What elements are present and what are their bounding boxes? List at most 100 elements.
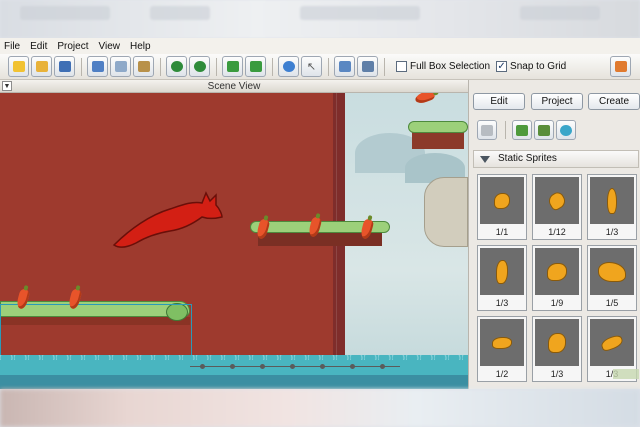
open-button[interactable]	[31, 56, 52, 77]
image-tool-icon	[516, 124, 528, 136]
tab-edit[interactable]: Edit	[473, 93, 525, 110]
play-button[interactable]	[278, 56, 299, 77]
layers-button[interactable]	[357, 56, 378, 77]
sprite-grid: 1/1 1/12 1/3 1/3 1/9 1/5 1/2 1/3 1/3	[477, 174, 640, 389]
sprite-frame-count: 1/12	[548, 227, 566, 237]
scene-view-header: ▼ Scene View	[0, 80, 468, 93]
sprite-tool-icon	[481, 124, 493, 136]
rock-sprite[interactable]	[424, 177, 468, 247]
full-box-selection-checkbox[interactable]: Full Box Selection	[396, 61, 490, 72]
sprite-thumbnail	[590, 248, 634, 295]
blurred-desktop-bottom	[0, 389, 640, 427]
menu-help[interactable]: Help	[130, 41, 151, 52]
cut-button[interactable]	[87, 56, 108, 77]
tab-project[interactable]: Project	[531, 93, 583, 110]
toolbar-separator	[328, 57, 329, 76]
sprite-tile[interactable]: 1/3	[477, 245, 527, 311]
tilemap-tool-icon	[538, 124, 550, 136]
snap-to-grid-checkbox[interactable]: ✓ Snap to Grid	[496, 61, 566, 72]
import-button[interactable]	[222, 56, 243, 77]
sprite-frame-count: 1/3	[550, 369, 564, 379]
sprite-tile[interactable]: 1/9	[532, 245, 582, 311]
sprite-thumbnail	[535, 248, 579, 295]
sprite-tile[interactable]: 1/3	[587, 174, 637, 240]
snap-to-grid-box[interactable]: ✓	[496, 61, 508, 72]
toolbar-separator	[216, 57, 217, 76]
paste-icon	[137, 61, 150, 72]
open-icon	[35, 61, 48, 72]
menu-bar: File Edit Project View Help	[0, 38, 640, 54]
paste-button[interactable]	[133, 56, 154, 77]
toolbar-separator	[160, 57, 161, 76]
sprite-frame-count: 1/9	[550, 298, 564, 308]
sprite-tile[interactable]: 1/12	[532, 174, 582, 240]
settings-icon	[614, 61, 627, 72]
sprite-library-panel: Edit Project Create Static Sprites 1/1 1…	[468, 80, 640, 389]
scene-canvas[interactable]	[0, 93, 468, 389]
watermark-logo	[613, 369, 639, 379]
play-icon	[282, 61, 295, 72]
new-icon	[12, 61, 25, 72]
level-editor-window: File Edit Project View Help ↖ Full Box S…	[0, 38, 640, 389]
effect-tool-button[interactable]	[556, 120, 576, 140]
sprite-frame-count: 1/2	[495, 369, 509, 379]
export-icon	[249, 61, 262, 72]
effect-tool-icon	[560, 124, 572, 136]
new-button[interactable]	[8, 56, 29, 77]
sprite-thumbnail	[480, 319, 524, 366]
floating-platform-top[interactable]	[408, 121, 468, 149]
menu-view[interactable]: View	[98, 41, 120, 52]
static-sprites-section-header[interactable]: Static Sprites	[473, 150, 639, 168]
pointer-icon: ↖	[306, 61, 317, 73]
sprite-thumbnail	[535, 319, 579, 366]
sprite-frame-count: 1/3	[495, 298, 509, 308]
sprite-tile[interactable]: 1/5	[587, 245, 637, 311]
redo-icon	[193, 61, 206, 72]
blurred-desktop-top	[0, 0, 640, 38]
save-icon	[58, 61, 71, 72]
collapse-triangle-icon	[480, 156, 490, 163]
sprite-thumbnail	[590, 177, 634, 224]
sprite-thumbnail	[480, 248, 524, 295]
export-button[interactable]	[245, 56, 266, 77]
copy-button[interactable]	[110, 56, 131, 77]
image-tool-button[interactable]	[512, 120, 532, 140]
full-box-selection-box[interactable]	[396, 61, 407, 72]
chain-bridge[interactable]	[190, 364, 400, 374]
scene-view-title: Scene View	[207, 81, 261, 92]
sprite-tool-button[interactable]	[477, 120, 497, 140]
sprite-thumbnail	[480, 177, 524, 224]
redo-button[interactable]	[189, 56, 210, 77]
undo-icon	[170, 61, 183, 72]
cut-icon	[91, 61, 104, 72]
tilemap-tool-button[interactable]	[534, 120, 554, 140]
properties-button[interactable]	[334, 56, 355, 77]
properties-icon	[338, 61, 351, 72]
sprite-frame-count: 1/1	[495, 227, 509, 237]
save-button[interactable]	[54, 56, 75, 77]
toolbar-separator	[384, 57, 385, 76]
sprite-tile[interactable]: 1/3	[532, 316, 582, 382]
sprite-frame-count: 1/5	[605, 298, 619, 308]
sprite-thumbnail	[535, 177, 579, 224]
snap-to-grid-label: Snap to Grid	[510, 61, 567, 72]
section-title: Static Sprites	[498, 153, 557, 164]
undo-button[interactable]	[166, 56, 187, 77]
settings-button[interactable]	[610, 56, 631, 77]
panel-separator	[505, 121, 506, 139]
fox-character-sprite[interactable]	[110, 189, 230, 249]
sprite-thumbnail	[590, 319, 634, 366]
full-box-selection-label: Full Box Selection	[410, 61, 491, 72]
menu-project[interactable]: Project	[57, 41, 88, 52]
water-deep	[0, 375, 468, 389]
sprite-tile[interactable]: 1/1	[477, 174, 527, 240]
pointer-button[interactable]: ↖	[301, 56, 322, 77]
import-icon	[226, 61, 239, 72]
scene-menu-dropdown-icon[interactable]: ▼	[2, 81, 12, 91]
menu-edit[interactable]: Edit	[30, 41, 47, 52]
tab-create[interactable]: Create	[588, 93, 640, 110]
layers-icon	[361, 61, 374, 72]
menu-file[interactable]: File	[4, 41, 20, 52]
toolbar-separator	[81, 57, 82, 76]
sprite-tile[interactable]: 1/2	[477, 316, 527, 382]
